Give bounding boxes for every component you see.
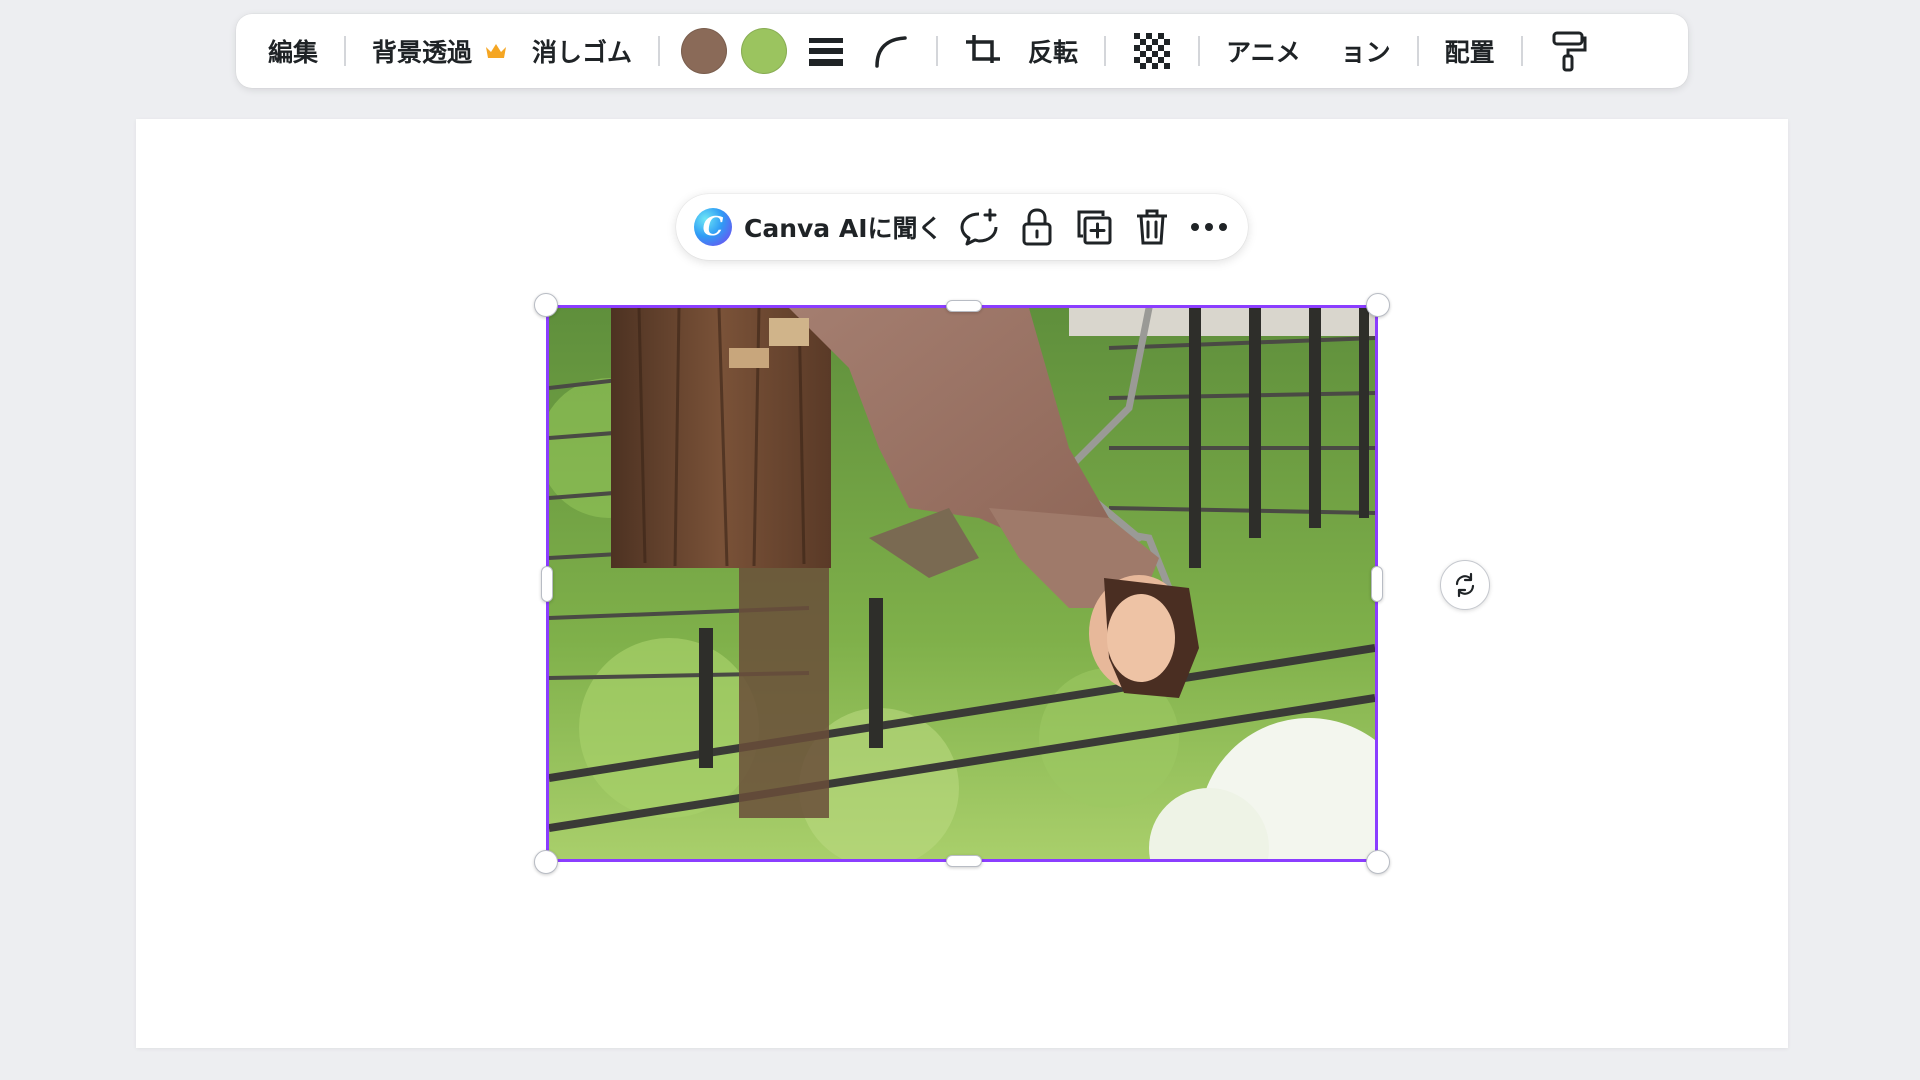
toolbar-divider (1520, 36, 1523, 66)
lock-icon[interactable] (1008, 201, 1065, 253)
resize-handle-top[interactable] (946, 300, 982, 312)
background-remove-button[interactable]: 背景透過 (360, 23, 520, 79)
color-swatch-green[interactable] (741, 28, 788, 74)
edit-button[interactable]: 編集 (256, 23, 330, 79)
toolbar-divider (344, 36, 347, 66)
comment-add-icon[interactable] (951, 201, 1008, 253)
flip-button[interactable]: 反転 (1016, 23, 1090, 79)
toolbar-divider (658, 36, 661, 66)
background-remove-label: 背景透過 (372, 38, 473, 67)
rotate-icon (1455, 572, 1475, 598)
rotate-handle[interactable] (1440, 560, 1490, 610)
position-label: 配置 (1444, 38, 1495, 67)
selected-image-element[interactable] (534, 293, 1390, 874)
animate-label-tail: ョン (1340, 38, 1391, 67)
resize-handle-top-right[interactable] (1366, 293, 1390, 317)
resize-handle-bottom-left[interactable] (534, 850, 558, 874)
trash-icon[interactable] (1123, 201, 1180, 253)
crop-icon[interactable] (956, 23, 1012, 79)
transparency-icon[interactable] (1124, 23, 1180, 79)
toolbar-divider (1198, 36, 1201, 66)
position-button[interactable]: 配置 (1433, 23, 1507, 79)
border-lines-icon[interactable] (798, 23, 854, 79)
crown-icon (484, 41, 508, 61)
element-context-menu: C Canva AIに聞く (676, 194, 1248, 260)
resize-handle-right[interactable] (1371, 566, 1383, 602)
duplicate-icon[interactable] (1066, 201, 1123, 253)
top-toolbar: 編集 背景透過 消しゴム 反転 アニメ ョン 配置 (236, 14, 1688, 88)
paint-roller-icon[interactable] (1541, 23, 1597, 79)
color-swatch-brown[interactable] (681, 28, 728, 74)
animate-button[interactable]: アニメ ョン (1214, 23, 1403, 79)
toolbar-divider (936, 36, 939, 66)
canva-ai-logo-icon: C (694, 208, 732, 246)
resize-handle-bottom[interactable] (946, 855, 982, 867)
eraser-label: 消しゴム (532, 38, 633, 67)
animate-label: アニメ (1226, 38, 1301, 67)
ask-canva-ai-label: Canva AIに聞く (744, 214, 943, 243)
more-icon[interactable] (1180, 201, 1237, 253)
eraser-button[interactable]: 消しゴム (520, 23, 644, 79)
photo-image[interactable] (549, 308, 1375, 859)
resize-handle-bottom-right[interactable] (1366, 850, 1390, 874)
flip-label: 反転 (1028, 38, 1079, 67)
resize-handle-left[interactable] (541, 566, 553, 602)
resize-handle-top-left[interactable] (534, 293, 558, 317)
ask-canva-ai-button[interactable]: C Canva AIに聞く (686, 201, 951, 253)
toolbar-divider (1104, 36, 1107, 66)
corner-rounding-icon[interactable] (862, 23, 918, 79)
edit-label: 編集 (268, 38, 319, 67)
toolbar-divider (1416, 36, 1419, 66)
